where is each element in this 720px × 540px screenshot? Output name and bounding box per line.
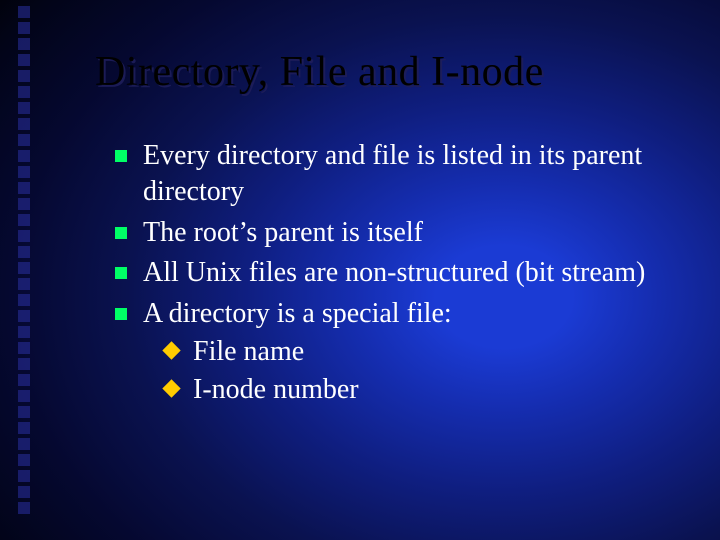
- list-item: The root’s parent is itself: [115, 215, 680, 251]
- slide-title: Directory, File and I-node: [95, 48, 544, 96]
- bullet-list: Every directory and file is listed in it…: [115, 138, 680, 409]
- sub-bullet-list: File name I-node number: [143, 334, 680, 409]
- bullet-text: File name: [193, 336, 304, 367]
- slide-body: Every directory and file is listed in it…: [115, 138, 680, 413]
- slide: Directory, File and I-node Every directo…: [0, 0, 720, 540]
- bullet-text: Every directory and file is listed in it…: [143, 140, 642, 207]
- bullet-text: A directory is a special file:: [143, 298, 452, 329]
- list-item: I-node number: [165, 372, 680, 408]
- bullet-text: All Unix files are non-structured (bit s…: [143, 257, 645, 288]
- list-item: Every directory and file is listed in it…: [115, 138, 680, 211]
- bullet-text: The root’s parent is itself: [143, 217, 423, 248]
- list-item: A directory is a special file: File name…: [115, 296, 680, 409]
- left-decor-strip: [18, 0, 32, 540]
- list-item: All Unix files are non-structured (bit s…: [115, 255, 680, 291]
- list-item: File name: [165, 334, 680, 370]
- bullet-text: I-node number: [193, 374, 359, 405]
